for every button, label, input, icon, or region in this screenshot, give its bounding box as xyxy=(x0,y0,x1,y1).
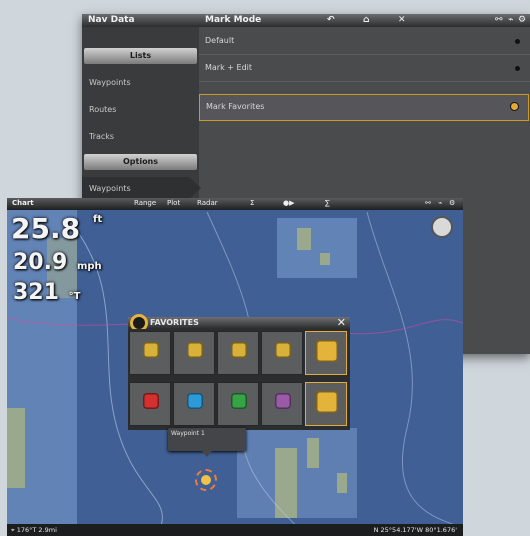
yellow-waypoint-icon xyxy=(231,342,247,358)
cursor-bearing-distance: ⌖ 176°T 2.9mi xyxy=(11,526,57,534)
radio-icon xyxy=(515,39,520,44)
heading-value: 321 xyxy=(13,280,59,305)
favorites-header: FAVORITES ✕ xyxy=(128,314,350,332)
mark-mode-edit[interactable]: Mark + Edit xyxy=(199,56,530,82)
list-item-waypoints[interactable]: Waypoints xyxy=(89,78,131,87)
speed-value: 20.9 xyxy=(13,250,68,275)
options-waypoints-item[interactable]: Waypoints xyxy=(82,177,201,199)
favorite-cell[interactable] xyxy=(261,331,303,375)
settings-icon[interactable]: ⚙ xyxy=(518,15,526,25)
lists-header: Lists xyxy=(84,48,197,64)
red-pin-icon xyxy=(143,393,159,409)
close-icon[interactable]: ✕ xyxy=(398,15,406,25)
options-header: Options xyxy=(84,154,197,170)
waypoint-marker-icon[interactable] xyxy=(195,469,217,491)
yellow-flag-icon xyxy=(143,342,159,358)
gold-pin-icon xyxy=(316,391,338,413)
favorite-cell[interactable] xyxy=(173,382,215,426)
favorite-cell[interactable] xyxy=(261,382,303,426)
radio-selected-icon xyxy=(511,103,518,110)
favorite-cell[interactable] xyxy=(173,331,215,375)
purple-pin-icon xyxy=(275,393,291,409)
back-arrow-icon[interactable]: ↶ xyxy=(327,15,335,25)
list-item-tracks[interactable]: Tracks xyxy=(89,132,114,141)
yellow-pin-icon xyxy=(187,342,203,358)
nav-panel-title: Nav Data xyxy=(88,15,135,25)
mark-mode-default-label: Default xyxy=(205,36,235,45)
favorites-grid xyxy=(128,329,350,430)
heading-unit: °T xyxy=(68,291,81,302)
favorites-title: FAVORITES xyxy=(150,318,199,327)
favorite-cell-selected[interactable] xyxy=(305,331,347,375)
favorite-cell[interactable] xyxy=(129,382,171,426)
favorites-close-button[interactable]: ✕ xyxy=(337,316,346,329)
nav-title-bar: Nav Data Mark Mode ↶ ⌂ ✕ ⚯ ⌁ ⚙ xyxy=(82,14,530,27)
cursor-coordinates: N 25°54.177'W 80°1.676' xyxy=(373,526,457,534)
favorite-cell[interactable] xyxy=(129,331,171,375)
favorite-pin-icon xyxy=(316,340,338,362)
depth-unit: ft xyxy=(93,214,103,225)
mark-mode-favorites-label: Mark Favorites xyxy=(206,102,265,111)
compass-icon[interactable] xyxy=(431,216,453,238)
depth-value: 25.8 xyxy=(11,212,81,245)
options-waypoints-label: Waypoints xyxy=(89,184,131,193)
marker-tooltip[interactable]: Waypoint 1 xyxy=(168,428,246,457)
chart-status-bar: ⌖ 176°T 2.9mi N 25°54.177'W 80°1.676' xyxy=(7,524,463,536)
green-pin-icon xyxy=(231,393,247,409)
radio-icon xyxy=(515,66,520,71)
list-item-routes[interactable]: Routes xyxy=(89,105,116,114)
signal-icon: ⌁ xyxy=(508,15,514,25)
blue-pin-icon xyxy=(187,393,203,409)
mark-mode-title: Mark Mode xyxy=(205,15,262,25)
marker-tooltip-text: Waypoint 1 xyxy=(171,430,205,437)
depth-readout: 25.8 ft xyxy=(11,212,102,245)
yellow-marker-icon xyxy=(275,342,291,358)
speed-unit: mph xyxy=(76,261,102,272)
speed-readout: 20.9 mph xyxy=(13,250,102,275)
network-icon[interactable]: ⚯ xyxy=(495,15,503,25)
favorites-dialog: FAVORITES ✕ xyxy=(128,314,350,430)
chart-panel: Chart Range Plot Radar Σ ●▶ ∑ ⚯ ⌁ ⚙ 25.8… xyxy=(7,198,463,536)
mark-mode-favorites[interactable]: Mark Favorites xyxy=(199,94,529,121)
heading-readout: 321 °T xyxy=(13,280,80,305)
home-icon[interactable]: ⌂ xyxy=(363,15,369,25)
mark-mode-default[interactable]: Default xyxy=(199,29,530,55)
mark-mode-edit-label: Mark + Edit xyxy=(205,63,253,72)
favorite-cell[interactable] xyxy=(217,382,259,426)
favorite-cell-selected[interactable] xyxy=(305,382,347,426)
favorite-cell[interactable] xyxy=(217,331,259,375)
